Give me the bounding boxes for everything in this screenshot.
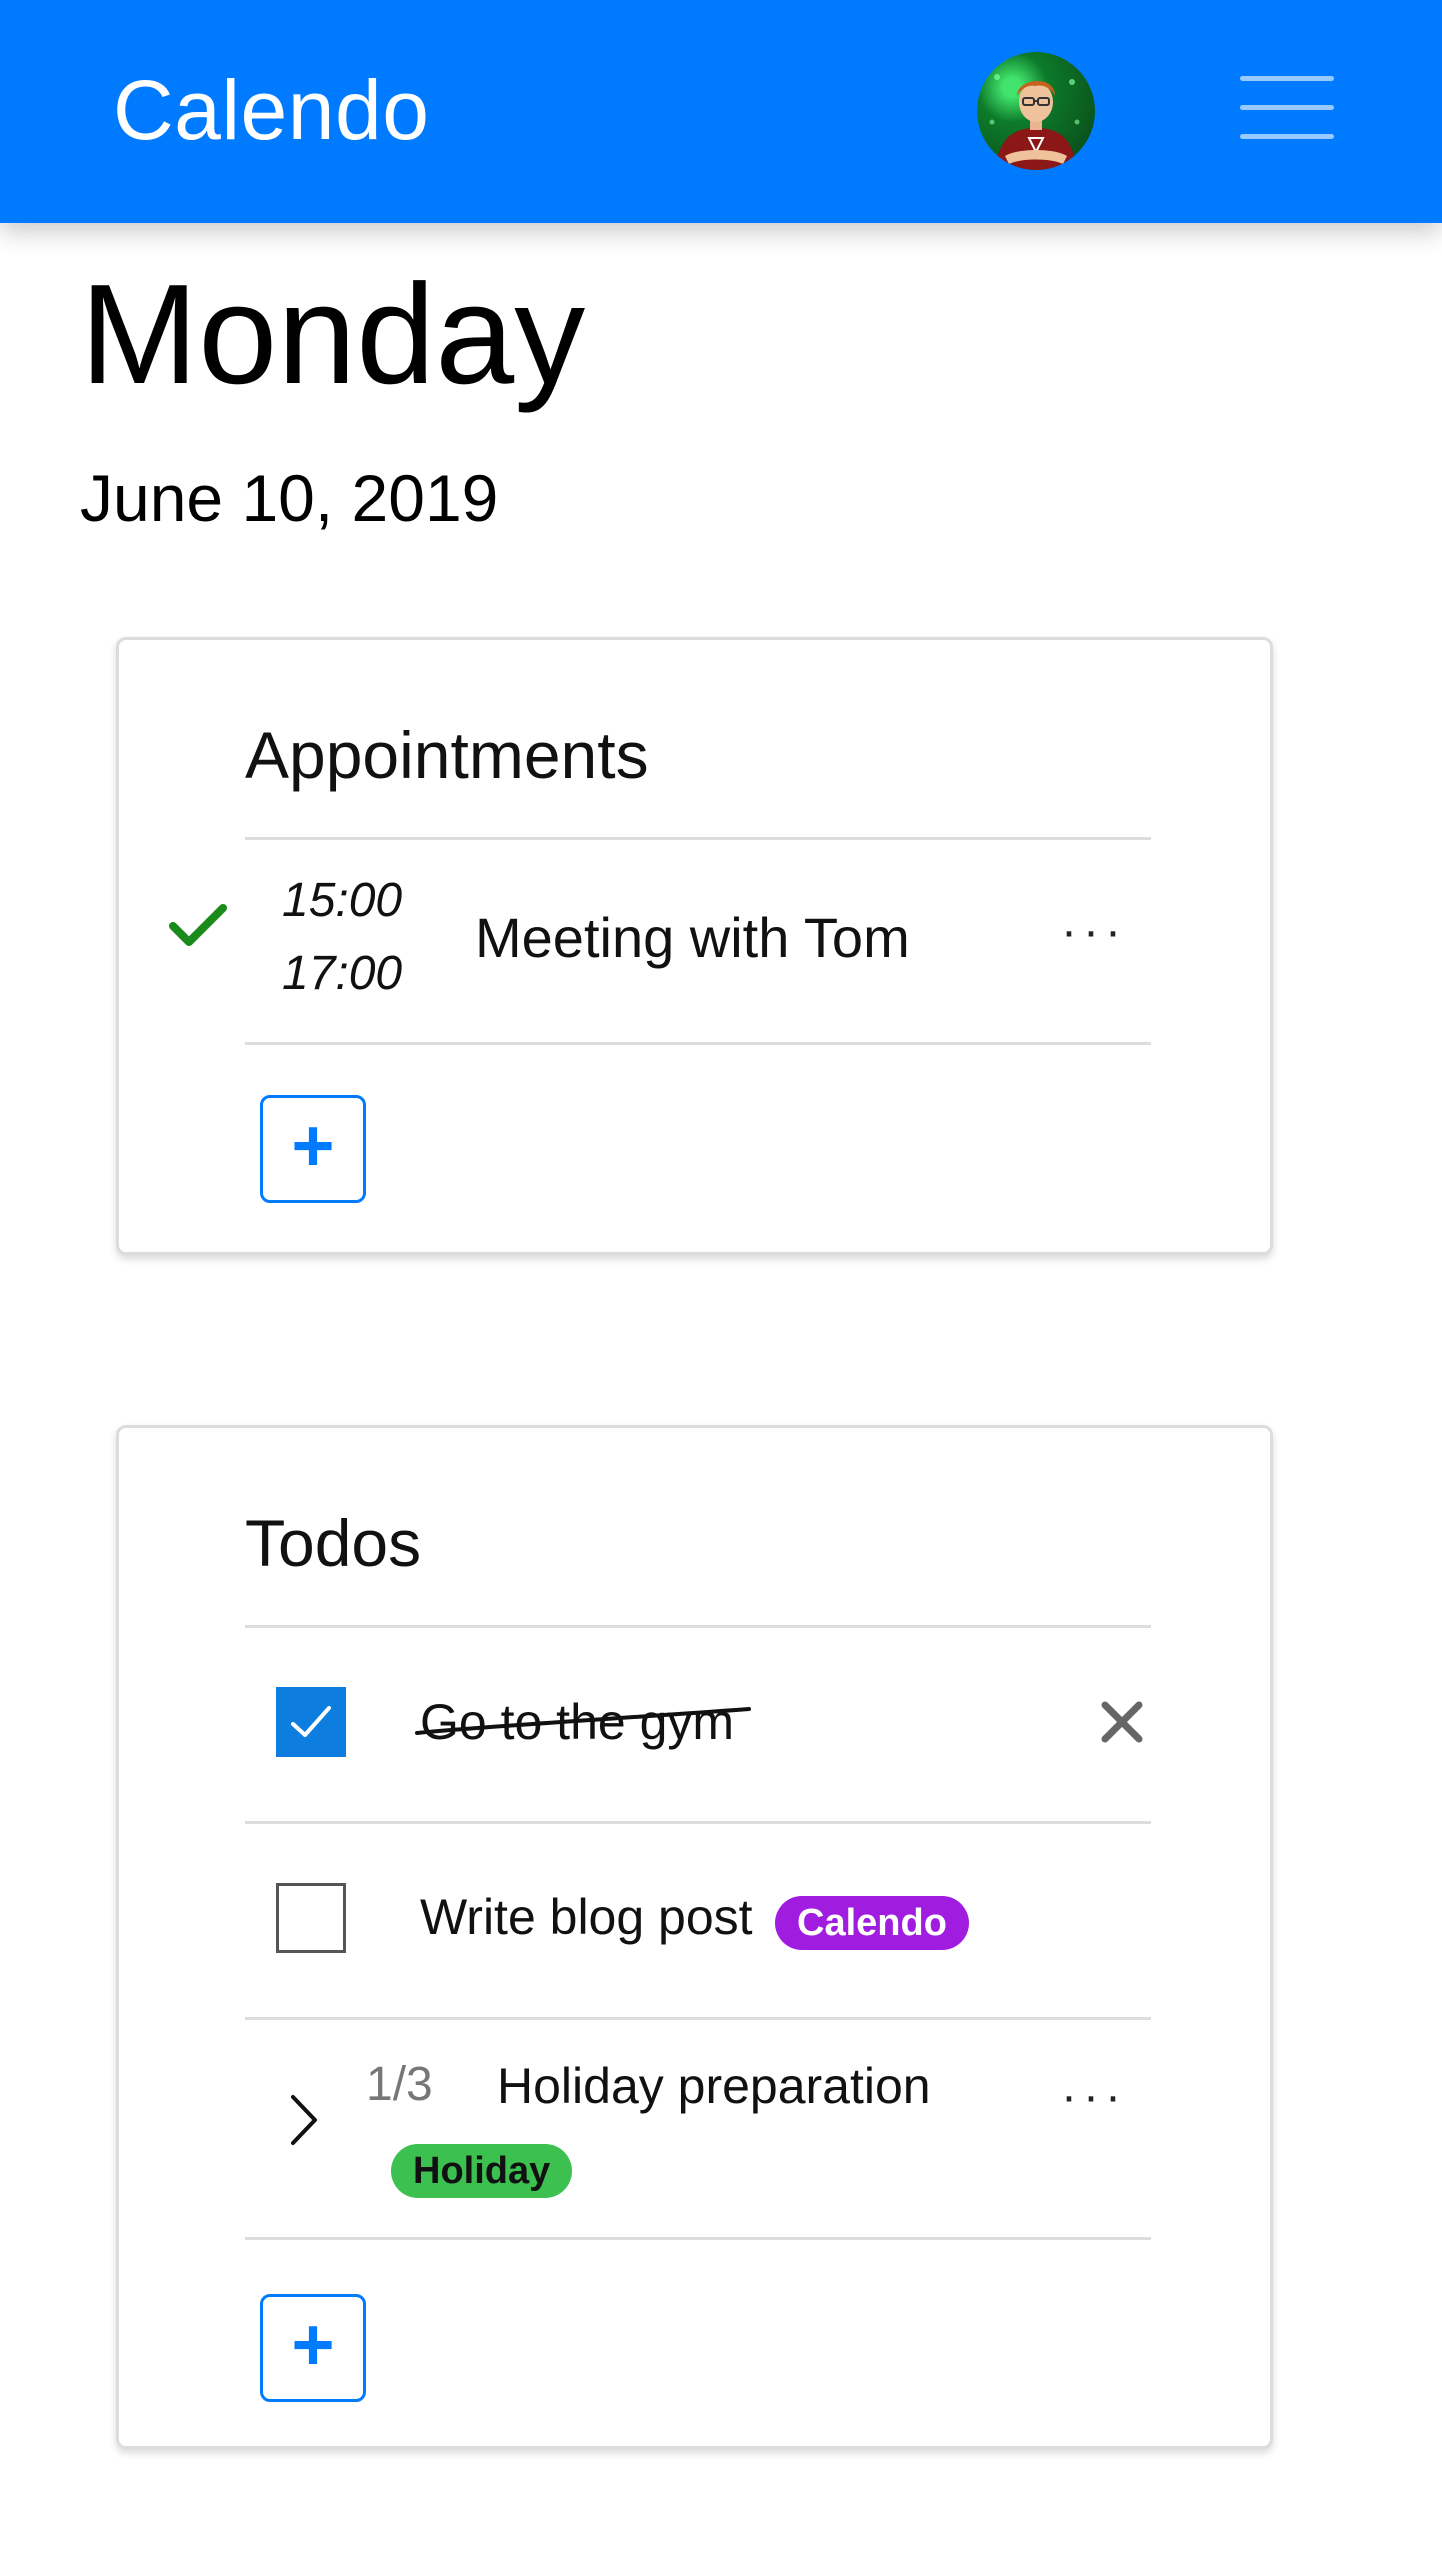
app-root: Calendo Monday June 10, 2019 Appointment… <box>0 0 1442 2562</box>
top-navbar: Calendo <box>0 0 1442 223</box>
add-appointment-button[interactable]: + <box>260 1095 366 1203</box>
appointments-title: Appointments <box>245 718 649 792</box>
divider <box>245 1625 1151 1628</box>
close-icon-glyph <box>1101 1701 1143 1743</box>
todo-progress: 1/3 <box>366 2058 433 2111</box>
appointment-start-time: 15:00 <box>282 874 403 927</box>
add-todo-button[interactable]: + <box>260 2294 366 2402</box>
divider <box>245 2237 1151 2240</box>
appointment-more-button[interactable]: ··· <box>1061 908 1127 956</box>
page-date: June 10, 2019 <box>80 461 499 535</box>
appointment-end-time: 17:00 <box>282 947 403 1000</box>
avatar[interactable] <box>977 52 1095 170</box>
checkmark-icon <box>291 1706 331 1737</box>
todo-more-button[interactable]: ··· <box>1061 2073 1127 2121</box>
check-icon <box>169 904 227 946</box>
todo-checkbox[interactable] <box>276 1883 346 1953</box>
close-icon[interactable] <box>1099 1699 1145 1745</box>
appointment-title: Meeting with Tom <box>475 906 910 969</box>
chevron-right-icon[interactable] <box>287 2093 321 2147</box>
divider <box>245 837 1151 840</box>
tag-badge-calendo: Calendo <box>775 1896 969 1950</box>
divider <box>245 1821 1151 1824</box>
menu-line <box>1240 134 1334 139</box>
strikethrough-line <box>415 1707 751 1735</box>
todos-card: Todos Go to the gym Write blog post Cale… <box>116 1425 1273 2449</box>
todo-text[interactable]: Write blog post <box>420 1887 753 1947</box>
hamburger-menu-icon[interactable] <box>1240 72 1334 142</box>
menu-line <box>1240 76 1334 81</box>
appointments-card: Appointments 15:00 17:00 Meeting with To… <box>116 637 1273 1255</box>
divider <box>245 2017 1151 2020</box>
menu-line <box>1240 105 1334 110</box>
page-title: Monday <box>80 255 586 414</box>
divider <box>245 1042 1151 1045</box>
todo-checkbox-checked[interactable] <box>276 1687 346 1757</box>
brand-title[interactable]: Calendo <box>113 60 429 160</box>
tag-badge-holiday: Holiday <box>391 2144 573 2198</box>
todos-title: Todos <box>245 1506 422 1580</box>
avatar-illustration <box>989 74 1080 170</box>
todo-text[interactable]: Holiday preparation <box>497 2056 931 2116</box>
